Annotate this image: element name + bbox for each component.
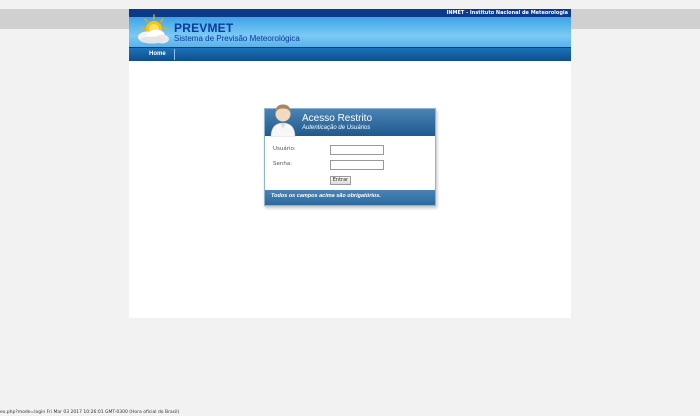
login-footer: Todos os campos acima são obrigatórios.	[265, 190, 435, 205]
nav-home-link[interactable]: Home	[141, 49, 175, 60]
enter-button[interactable]: Entrar	[330, 176, 351, 185]
login-title: Acesso Restrito	[302, 113, 373, 124]
brand-tagline: Sistema de Previsão Meteorológica	[174, 34, 300, 43]
browser-status-bar: ex.php?mode=login Fri Mar 03 2017 10:26:…	[0, 409, 700, 416]
brand-name: PREVMET	[174, 21, 234, 35]
password-label: Senha:	[273, 161, 293, 167]
login-panel: Acesso Restrito Autenticação de Usuários…	[264, 104, 436, 206]
user-avatar-icon	[270, 104, 296, 137]
sun-cloud-icon	[138, 14, 169, 44]
institution-name: INMET - Instituto Nacional de Meteorolog…	[446, 10, 569, 16]
username-label: Usuário:	[273, 146, 296, 152]
login-subtitle: Autenticação de Usuários	[302, 125, 371, 131]
required-fields-note: Todos os campos acima são obrigatórios.	[271, 193, 381, 199]
site-header: INMET - Instituto Nacional de Meteorolog…	[129, 9, 571, 47]
username-input[interactable]	[330, 145, 384, 155]
status-text: ex.php?mode=login Fri Mar 03 2017 10:26:…	[0, 410, 180, 415]
nav-bar: Home	[129, 47, 571, 61]
password-input[interactable]	[330, 160, 384, 170]
